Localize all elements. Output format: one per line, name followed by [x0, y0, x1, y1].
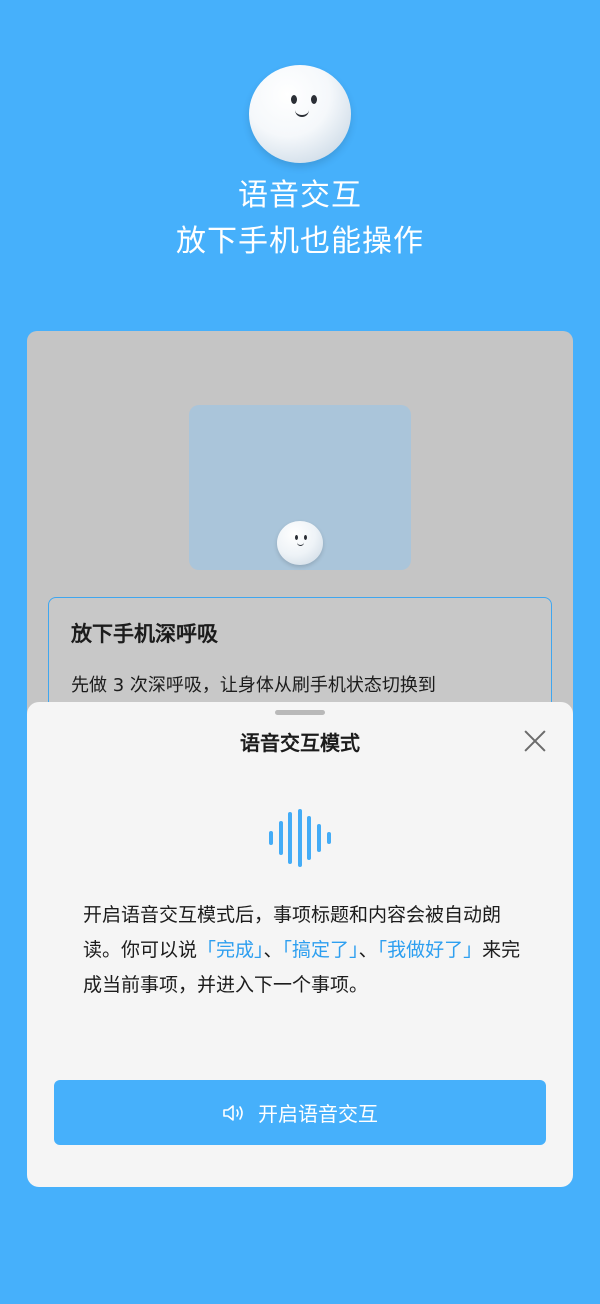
sound-wave-icon [269, 809, 331, 867]
step-title: 放下手机深呼吸 [71, 622, 218, 646]
enable-voice-button-label: 开启语音交互 [258, 1102, 378, 1126]
step-illustration [189, 405, 411, 570]
separator: 、 [358, 939, 378, 961]
hero-subtitle: 放下手机也能操作 [176, 224, 424, 259]
mini-mascot-avatar [277, 521, 323, 565]
close-icon[interactable] [520, 726, 550, 756]
mascot-avatar [249, 65, 351, 163]
voice-command-done: 「搞定了」 [282, 939, 359, 961]
voice-mode-description: 开启语音交互模式后，事项标题和内容会被自动朗读。你可以说「完成」、「搞定了」、「… [83, 898, 523, 1003]
sheet-drag-handle[interactable] [275, 710, 325, 715]
mascot-right-eye [311, 95, 317, 104]
step-card: 放下手机深呼吸 先做 3 次深呼吸，让身体从刷手机状态切换到 [27, 331, 573, 731]
voice-command-finished: 「我做好了」 [377, 939, 483, 961]
voice-command-complete: 「完成」 [197, 939, 264, 961]
mascot-left-eye [291, 95, 297, 104]
voice-mode-sheet: 语音交互模式 开启语音交互模式后，事项标题和内容会被自动朗读。你可以说「完成」、… [27, 702, 573, 1187]
mini-mascot-left-eye [295, 535, 298, 540]
mini-mascot-right-eye [304, 535, 307, 540]
mini-mascot-mouth [297, 541, 304, 546]
mascot-mouth [295, 107, 309, 117]
enable-voice-interaction-button[interactable]: 开启语音交互 [54, 1080, 546, 1145]
step-description: 先做 3 次深呼吸，让身体从刷手机状态切换到 [71, 675, 436, 696]
separator: 、 [263, 939, 283, 961]
sheet-title: 语音交互模式 [240, 731, 360, 755]
speaker-icon [223, 1104, 243, 1121]
hero-title: 语音交互 [238, 178, 362, 213]
